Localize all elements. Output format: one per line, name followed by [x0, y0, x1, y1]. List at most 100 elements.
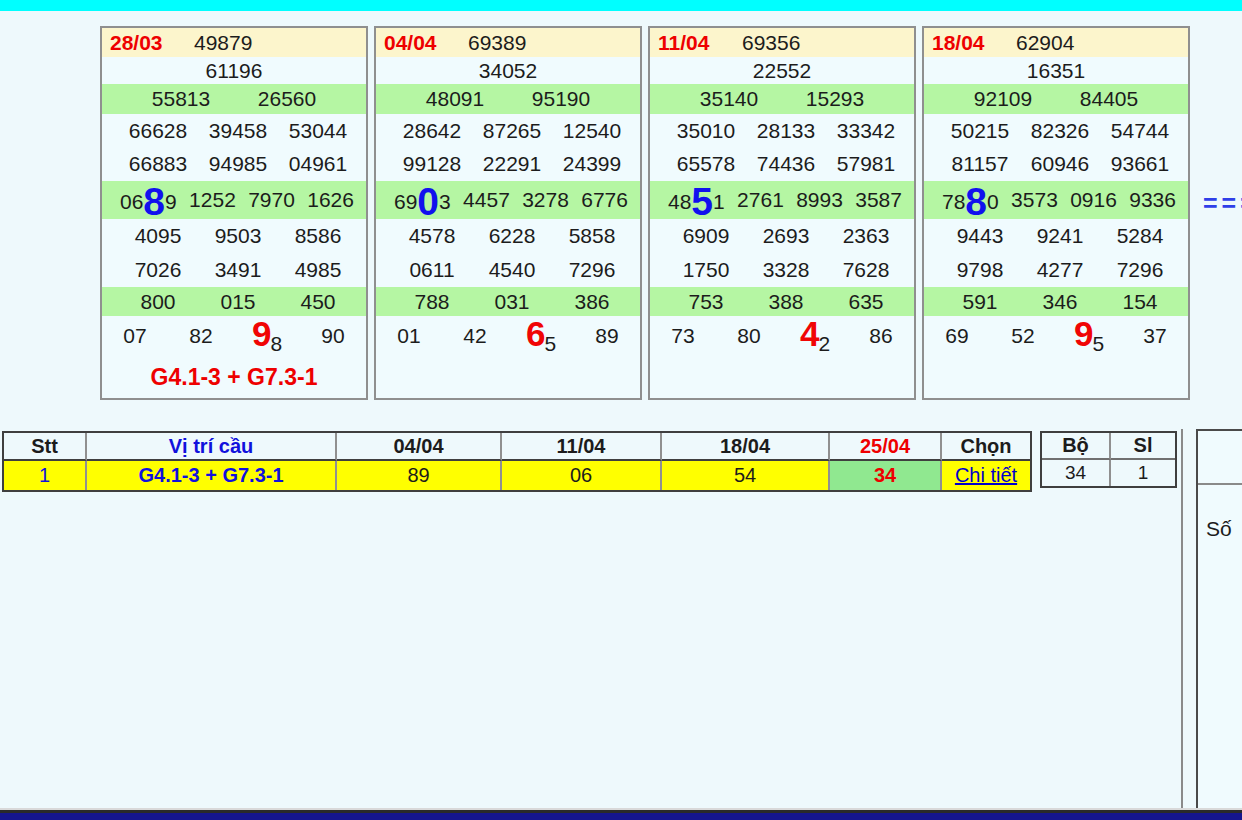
prize-number: 99128	[403, 152, 461, 176]
prize-number: 57981	[837, 152, 895, 176]
pivot-suffix: 9	[165, 190, 177, 213]
prize-number: 388	[768, 290, 803, 314]
panel-header-row: 11/0469356	[650, 28, 914, 57]
prize-panel: 11/0469356225523514015293350102813333342…	[648, 26, 916, 400]
prize-number: 5284	[1117, 224, 1164, 248]
prize-number: 3278	[522, 188, 569, 212]
panel-header-row: 18/0462904	[924, 28, 1188, 57]
prize-number: 65578	[677, 152, 735, 176]
result-big-digit: 4	[800, 325, 819, 343]
prize-row: 502158232654744	[924, 114, 1188, 147]
pivot-number: 6903	[394, 187, 451, 214]
prize-number: 22291	[483, 152, 541, 176]
content-right-border	[1181, 429, 1183, 812]
result-number: 80	[737, 324, 760, 348]
special-prize: 69389	[468, 31, 526, 55]
prize-number: 4985	[295, 258, 342, 282]
prize-number: 635	[848, 290, 883, 314]
row-value-3: 54	[662, 461, 830, 490]
prize-number: 015	[220, 290, 255, 314]
row-value-1: 89	[337, 461, 502, 490]
pivot-row: 4851276189933587	[650, 181, 914, 219]
bridge-label-row	[376, 356, 640, 398]
prize-number: 39458	[209, 119, 267, 143]
right-panel-header	[1198, 431, 1242, 485]
detail-link[interactable]: Chi tiết	[955, 464, 1017, 487]
pivot-prefix: 06	[120, 190, 143, 213]
prize-number: 66628	[129, 119, 187, 143]
pivot-big-digit: 8	[143, 193, 165, 211]
prize-number: 9443	[957, 224, 1004, 248]
prize-number: 5858	[569, 224, 616, 248]
prize-row: 979842777296	[924, 253, 1188, 287]
result-number: 42	[463, 324, 486, 348]
col-header-chon: Chọn	[942, 433, 1030, 461]
prize-row: 591346154	[924, 287, 1188, 316]
prize-number: 53044	[289, 119, 347, 143]
prize-number: 3491	[215, 258, 262, 282]
result-number: 82	[189, 324, 212, 348]
prize-number: 8586	[295, 224, 342, 248]
col-header-date1: 04/04	[337, 433, 502, 461]
prize-number: 031	[494, 290, 529, 314]
row-value-4: 34	[830, 461, 942, 490]
result-number: 90	[321, 324, 344, 348]
row-stt: 1	[4, 461, 87, 490]
prize-number: 2363	[843, 224, 890, 248]
prize-row: 65578 74436 57981	[650, 147, 914, 181]
pivot-prefix: 78	[942, 190, 965, 213]
col-header-position: Vị trí cầu	[87, 433, 337, 461]
result-number: 37	[1143, 324, 1166, 348]
prize-number: 7970	[248, 188, 295, 212]
prize-number: 7296	[569, 258, 616, 282]
panel-date: 04/04	[376, 31, 468, 55]
result-number: 86	[869, 324, 892, 348]
result-number: 73	[671, 324, 694, 348]
prize-number: 6776	[581, 188, 628, 212]
bridge-table: Stt Vị trí cầu 04/04 11/04 18/04 25/04 C…	[2, 431, 1032, 492]
prize-panel: 28/0349879611965581326560666283945853044…	[100, 26, 368, 400]
prize-number: 4540	[489, 258, 536, 282]
result-highlight: 65	[526, 323, 556, 349]
prize-number: 346	[1042, 290, 1077, 314]
prize-number: 55813	[152, 87, 210, 111]
prize-number: 9336	[1129, 188, 1176, 212]
result-row: 07829890	[102, 316, 366, 356]
prize-number: 74436	[757, 152, 815, 176]
prize-row: 788031386	[376, 287, 640, 316]
equals-marker: ===	[1203, 189, 1242, 218]
prize-row: 9210984405	[924, 84, 1188, 114]
top-cyan-bar	[0, 0, 1242, 11]
pivot-big-digit: 8	[965, 193, 987, 211]
bridge-label-row	[650, 356, 914, 398]
prize-number: 788	[414, 290, 449, 314]
special-prize: 49879	[194, 31, 252, 55]
prize-number: 82326	[1031, 119, 1089, 143]
prize-number: 16351	[1027, 59, 1085, 83]
prize-number: 28642	[403, 119, 461, 143]
prize-number: 9241	[1037, 224, 1084, 248]
prize-number: 591	[962, 290, 997, 314]
bridge-label: G4.1-3 + G7.3-1	[151, 364, 318, 391]
prize-row: 34052	[376, 57, 640, 84]
special-prize: 69356	[742, 31, 800, 55]
pivot-row: 6903445732786776	[376, 181, 640, 219]
prize-number: 0916	[1070, 188, 1117, 212]
prize-number: 12540	[563, 119, 621, 143]
prize-number: 3328	[763, 258, 810, 282]
prize-row: 61196	[102, 57, 366, 84]
result-row: 01426589	[376, 316, 640, 356]
result-small-digit: 5	[1092, 332, 1104, 356]
result-highlight: 42	[800, 323, 830, 349]
prize-number: 4277	[1037, 258, 1084, 282]
prize-number: 2761	[737, 188, 784, 212]
prize-row: 66628 39458 53044	[102, 114, 366, 147]
prize-number: 753	[688, 290, 723, 314]
prize-number: 04961	[289, 152, 347, 176]
row-position: G4.1-3 + G7.3-1	[87, 461, 337, 490]
pivot-row: 7880357309169336	[924, 181, 1188, 219]
bottom-blue-strip	[0, 813, 1242, 820]
panel-header-row: 04/0469389	[376, 28, 640, 57]
col-header-bo: Bộ	[1042, 433, 1111, 460]
prize-number: 22552	[753, 59, 811, 83]
